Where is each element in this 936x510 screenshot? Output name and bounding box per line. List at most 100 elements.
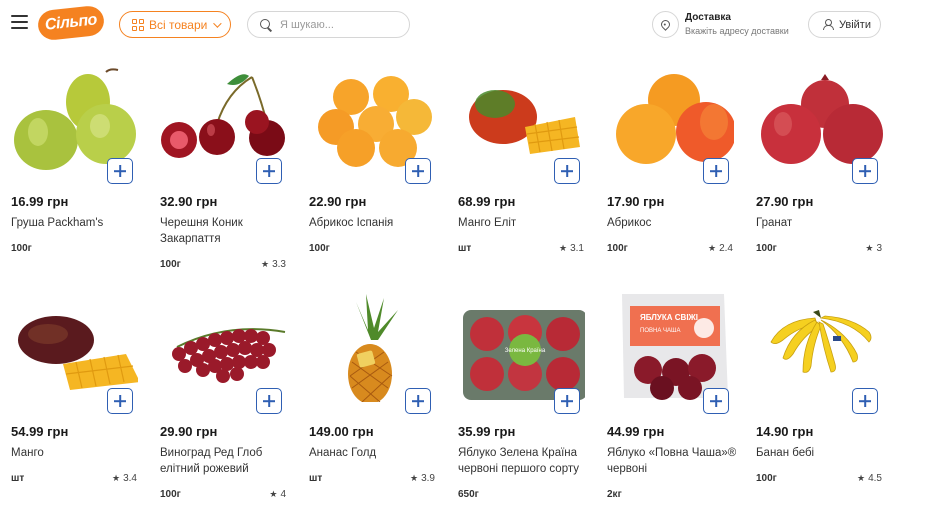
product-card[interactable]: 22.90 грн Абрикос Іспанія 100г <box>298 62 443 287</box>
product-name[interactable]: Виноград Ред Глоб елітний рожевий <box>160 445 290 477</box>
apples-bag-image[interactable]: ЯБЛУКА СВІЖІ ПОВНА ЧАША <box>604 292 734 402</box>
rating-value: 3.9 <box>421 473 435 484</box>
product-name[interactable]: Манго Еліт <box>458 215 588 231</box>
cherry-image[interactable] <box>157 62 287 172</box>
star-icon: ★ <box>261 259 270 269</box>
product-card[interactable]: 29.90 грн Виноград Ред Глоб елітний роже… <box>149 292 294 510</box>
logo-text: Сільпо <box>44 11 98 34</box>
product-price: 68.99 грн <box>458 194 516 209</box>
product-card[interactable]: 68.99 грн Манго Еліт шт ★ 3.1 <box>447 62 592 287</box>
product-price: 29.90 грн <box>160 424 218 439</box>
all-goods-label: Всі товари <box>149 17 208 32</box>
rating-value: 3.4 <box>123 473 137 484</box>
delivery-address-selector[interactable]: Доставка Вкажіть адресу доставки <box>685 12 789 36</box>
bag-label-line-2: ПОВНА ЧАША <box>640 328 681 334</box>
pear-image[interactable] <box>8 62 138 172</box>
product-price: 17.90 грн <box>607 194 665 209</box>
pomegranate-image[interactable] <box>753 62 883 172</box>
hamburger-menu-icon[interactable] <box>11 15 28 29</box>
product-card[interactable]: 149.00 грн Ананас Голд шт ★ 3.9 <box>298 292 443 510</box>
add-to-cart-plus-icon[interactable] <box>554 158 580 184</box>
product-price: 44.99 грн <box>607 424 665 439</box>
product-rating: ★ 2.4 <box>708 243 733 254</box>
star-icon: ★ <box>112 473 121 483</box>
product-name[interactable]: Ананас Голд <box>309 445 439 461</box>
rating-value: 2.4 <box>719 243 733 254</box>
tray-label: Зелена Країна <box>505 348 546 354</box>
red-apples-tray-image[interactable]: Зелена Країна <box>455 292 585 402</box>
product-name[interactable]: Банан бебі <box>756 445 886 461</box>
product-name[interactable]: Яблуко Зелена Країна червоні першого сор… <box>458 445 588 477</box>
add-to-cart-plus-icon[interactable] <box>703 388 729 414</box>
search-icon <box>260 18 272 31</box>
add-to-cart-plus-icon[interactable] <box>256 388 282 414</box>
search-bar[interactable] <box>247 11 410 38</box>
all-goods-button[interactable]: Всі товари <box>119 11 231 38</box>
product-name[interactable]: Абрикос <box>607 215 737 231</box>
delivery-title: Доставка <box>685 12 731 23</box>
product-weight: 650г <box>458 489 479 500</box>
delivery-subtitle: Вкажіть адресу доставки <box>685 26 789 36</box>
add-to-cart-plus-icon[interactable] <box>405 158 431 184</box>
product-name[interactable]: Манго <box>11 445 141 461</box>
product-price: 16.99 грн <box>11 194 69 209</box>
star-icon: ★ <box>708 243 717 253</box>
mango-image[interactable] <box>8 292 138 402</box>
product-name[interactable]: Абрикос Іспанія <box>309 215 439 231</box>
product-card[interactable]: 14.90 грн Банан бебі 100г ★ 4.5 <box>745 292 890 510</box>
product-card[interactable]: 16.99 грн Груша Packham's 100г <box>0 62 145 287</box>
product-name[interactable]: Яблуко «Повна Чаша»® червоні <box>607 445 737 477</box>
add-to-cart-plus-icon[interactable] <box>554 388 580 414</box>
pineapple-image[interactable] <box>306 292 436 402</box>
add-to-cart-plus-icon[interactable] <box>256 158 282 184</box>
product-name[interactable]: Груша Packham's <box>11 215 141 231</box>
add-to-cart-plus-icon[interactable] <box>852 158 878 184</box>
add-to-cart-plus-icon[interactable] <box>107 388 133 414</box>
product-weight: 100г <box>11 243 32 254</box>
star-icon: ★ <box>269 489 278 499</box>
login-button[interactable]: Увійти <box>808 11 881 38</box>
product-weight: шт <box>309 473 323 484</box>
product-card[interactable]: 32.90 грн Черешня Коник Закарпаття 100г … <box>149 62 294 287</box>
search-input[interactable] <box>280 18 400 31</box>
star-icon: ★ <box>410 473 419 483</box>
red-grapes-image[interactable] <box>157 292 287 402</box>
delivery-location-button[interactable] <box>652 11 679 38</box>
star-icon: ★ <box>857 473 866 483</box>
location-pin-icon <box>659 18 672 31</box>
apricot-image[interactable] <box>306 62 436 172</box>
product-card[interactable]: 27.90 грн Гранат 100г ★ 3 <box>745 62 890 287</box>
product-weight: шт <box>458 243 472 254</box>
product-card[interactable]: 54.99 грн Манго шт ★ 3.4 <box>0 292 145 510</box>
product-card[interactable]: ЯБЛУКА СВІЖІ ПОВНА ЧАША 44.99 грн Яблуко… <box>596 292 741 510</box>
product-name[interactable]: Черешня Коник Закарпаття <box>160 215 290 247</box>
star-icon: ★ <box>559 243 568 253</box>
product-rating: ★ 3 <box>865 243 882 254</box>
product-rating: ★ 3.4 <box>112 473 137 484</box>
product-card[interactable]: 17.90 грн Абрикос 100г ★ 2.4 <box>596 62 741 287</box>
bag-label-line-1: ЯБЛУКА СВІЖІ <box>640 313 698 322</box>
baby-banana-image[interactable] <box>753 292 883 402</box>
product-card[interactable]: Зелена Країна 35.99 грн Яблуко Зелена Кр… <box>447 292 592 510</box>
apricot-large-image[interactable] <box>604 62 734 172</box>
rating-value: 3.3 <box>272 259 286 270</box>
product-weight: 100г <box>309 243 330 254</box>
product-rating: ★ 4.5 <box>857 473 882 484</box>
product-rating: ★ 3.3 <box>261 259 286 270</box>
add-to-cart-plus-icon[interactable] <box>107 158 133 184</box>
product-price: 27.90 грн <box>756 194 814 209</box>
product-weight: 100г <box>756 243 777 254</box>
top-header: Сільпо Всі товари Доставка Вкажіть адрес… <box>0 0 936 50</box>
mango-elite-image[interactable] <box>455 62 585 172</box>
add-to-cart-plus-icon[interactable] <box>405 388 431 414</box>
silpo-logo[interactable]: Сільпо <box>36 4 106 42</box>
rating-value: 3 <box>876 243 882 254</box>
product-weight: шт <box>11 473 25 484</box>
product-name[interactable]: Гранат <box>756 215 886 231</box>
add-to-cart-plus-icon[interactable] <box>852 388 878 414</box>
chevron-down-icon <box>213 18 223 28</box>
add-to-cart-plus-icon[interactable] <box>703 158 729 184</box>
product-price: 54.99 грн <box>11 424 69 439</box>
catalog-grid-icon <box>132 18 144 31</box>
product-weight: 100г <box>160 489 181 500</box>
